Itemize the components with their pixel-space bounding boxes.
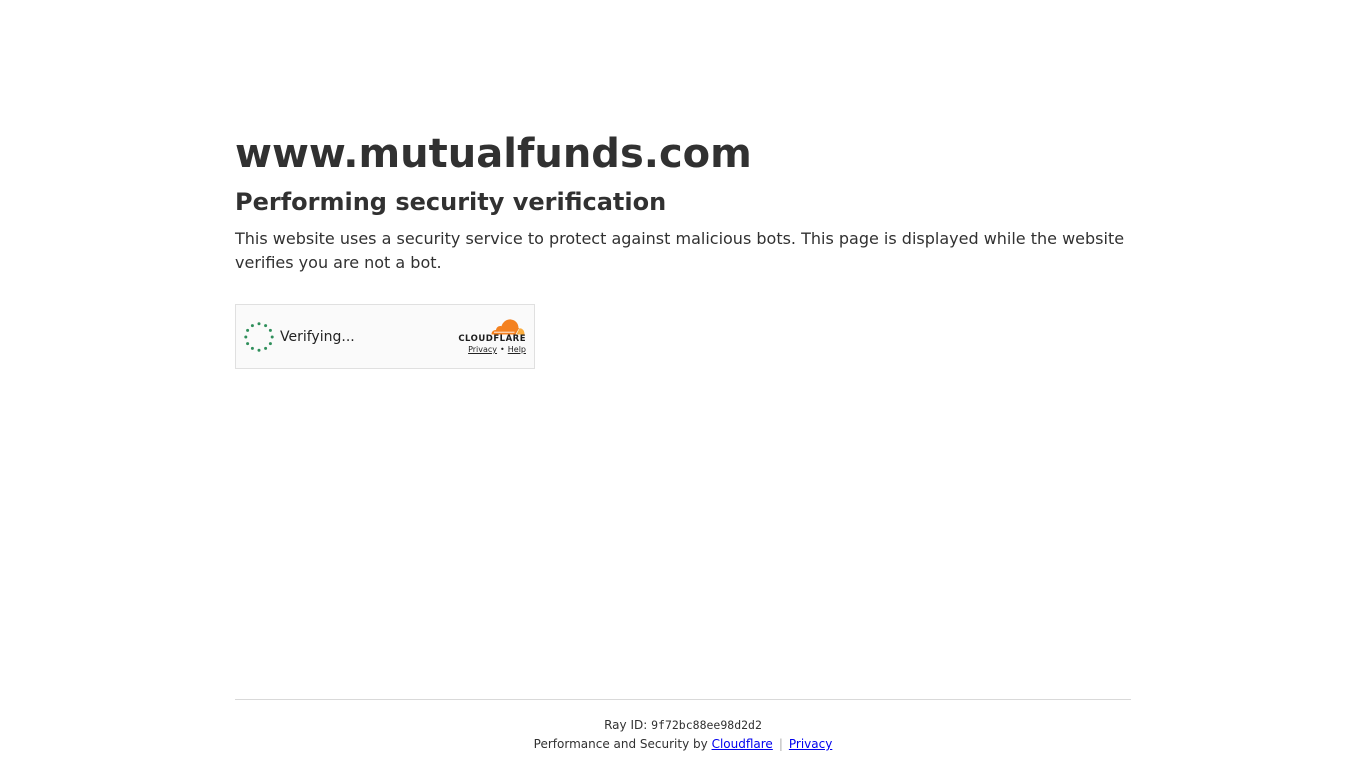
cloudflare-wordmark: CLOUDFLARE [458, 334, 526, 344]
ray-id-line: Ray ID: 9f72bc88ee98d2d2 [235, 717, 1131, 733]
widget-link-separator: • [500, 345, 505, 354]
performance-prefix: Performance and Security by [533, 737, 708, 751]
widget-privacy-link[interactable]: Privacy [468, 345, 497, 354]
verification-widget[interactable]: Verifying... CLOUDFLARE Privacy • Help [235, 304, 535, 369]
ray-id-value: 9f72bc88ee98d2d2 [651, 718, 762, 732]
loading-spinner-icon [244, 322, 274, 352]
footer-privacy-link[interactable]: Privacy [789, 737, 832, 751]
performance-line: Performance and Security by Cloudflare | P… [235, 735, 1131, 753]
page-heading: Performing security verification [235, 188, 667, 216]
widget-help-link[interactable]: Help [508, 345, 526, 354]
page-description: This website uses a security service to … [235, 229, 1125, 272]
footer-divider: | [778, 737, 783, 751]
verifying-status-text: Verifying... [280, 329, 355, 345]
ray-id-label: Ray ID: [604, 718, 648, 732]
footer: Ray ID: 9f72bc88ee98d2d2 Performance and… [235, 699, 1131, 753]
main-content: www.mutualfunds.com Performing security … [235, 128, 1131, 275]
widget-links: Privacy • Help [468, 345, 526, 355]
cloudflare-link[interactable]: Cloudflare [712, 737, 773, 751]
site-title: www.mutualfunds.com [235, 131, 752, 177]
cloudflare-logo: CLOUDFLARE Privacy • Help [450, 317, 526, 357]
